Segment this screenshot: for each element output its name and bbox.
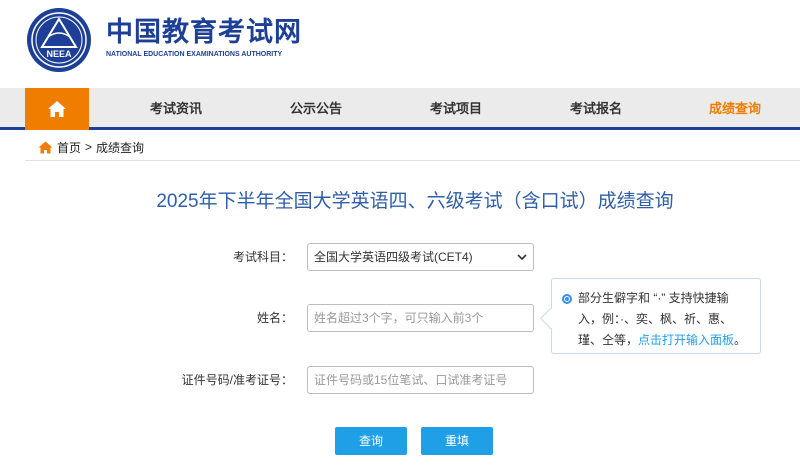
breadcrumb-separator: > xyxy=(85,140,93,154)
tip-line-3-suffix: 。 xyxy=(734,333,747,347)
page-title: 2025年下半年全国大学英语四、六级考试（含口试）成绩查询 xyxy=(156,191,674,212)
subject-label: 考试科目： xyxy=(232,250,293,264)
chevron-down-icon xyxy=(517,254,527,261)
main-nav: 考试资讯 公示公告 考试项目 考试报名 成绩查询 xyxy=(0,88,800,130)
nav-item-news[interactable]: 考试资讯 xyxy=(121,88,231,130)
subject-select-value: 全国大学英语四级考试(CET4) xyxy=(314,250,473,264)
tip-line-3-prefix: 瑾、仝等， xyxy=(578,333,639,347)
open-input-panel-link[interactable]: 点击打开输入面板 xyxy=(638,333,734,347)
site-title: 中国教育考试网 xyxy=(106,17,302,48)
tip-line-2: 入，例：·、奕、枫、祈、惠、 xyxy=(578,312,732,326)
nav-item-score-query[interactable]: 成绩查询 xyxy=(680,88,790,130)
name-label: 姓名： xyxy=(256,311,293,325)
input-tip-box: 部分生僻字和 “·” 支持快捷输 入，例：·、奕、枫、祈、惠、 瑾、仝等，点击打… xyxy=(551,278,761,354)
neea-logo[interactable]: NEEA xyxy=(26,7,92,73)
breadcrumb-divider xyxy=(25,160,800,161)
info-radio-icon xyxy=(562,294,572,304)
breadcrumb-home-link[interactable]: 首页 xyxy=(57,139,81,156)
logo-text: NEEA xyxy=(46,49,72,59)
tip-line-3: 瑾、仝等，点击打开输入面板。 xyxy=(578,330,752,351)
breadcrumb-home-icon xyxy=(38,141,53,153)
nav-item-announcements[interactable]: 公示公告 xyxy=(261,88,371,130)
nav-item-exams[interactable]: 考试项目 xyxy=(401,88,511,130)
home-icon xyxy=(48,101,66,117)
breadcrumb: 首页 > 成绩查询 xyxy=(38,138,144,156)
nav-home-button[interactable] xyxy=(25,88,89,130)
id-number-input[interactable]: 证件号码或15位笔试、口试准考证号 xyxy=(307,366,534,394)
breadcrumb-current: 成绩查询 xyxy=(96,140,145,155)
subject-select[interactable]: 全国大学英语四级考试(CET4) xyxy=(307,243,534,271)
site-header: NEEA 中国教育考试网 NATIONAL EDUCATION EXAMINAT… xyxy=(0,0,800,88)
tip-line-1: 部分生僻字和 “·” 支持快捷输 xyxy=(578,291,729,305)
site-subtitle: NATIONAL EDUCATION EXAMINATIONS AUTHORIT… xyxy=(106,51,283,58)
name-input[interactable]: 姓名超过3个字，可只输入前3个 xyxy=(307,304,534,332)
query-button[interactable]: 查询 xyxy=(335,427,407,455)
id-label: 证件号码/准考证号： xyxy=(181,373,293,387)
nav-item-registration[interactable]: 考试报名 xyxy=(541,88,651,130)
reset-button[interactable]: 重填 xyxy=(421,427,493,455)
